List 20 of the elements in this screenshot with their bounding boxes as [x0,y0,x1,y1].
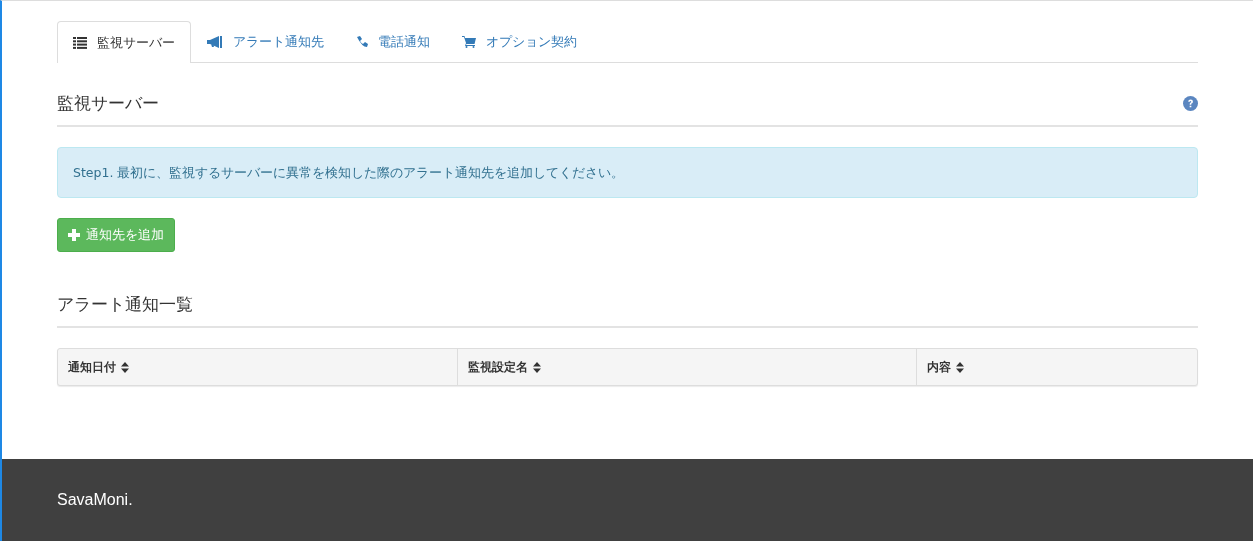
list-icon [73,36,87,49]
column-header[interactable]: 監視設定名 [457,349,916,385]
tab[interactable]: 監視サーバー [57,21,191,63]
sort-icon [533,361,541,373]
sort-icon [121,361,129,373]
cart-icon [462,36,476,48]
brand-logo: SavaMoni. [57,491,133,509]
megaphone-icon [207,36,223,48]
phone-icon [356,36,368,48]
tab[interactable]: アラート通知先 [191,21,340,62]
help-icon[interactable] [1183,95,1198,111]
sort-icon [956,361,964,373]
tab[interactable]: 電話通知 [340,21,446,62]
column-header[interactable]: 内容 [916,349,1197,385]
section-title: 監視サーバー [57,92,159,115]
column-header[interactable]: 通知日付 [58,349,457,385]
tab[interactable]: オプション契約 [446,21,593,62]
section-title: アラート通知一覧 [57,293,193,316]
plus-icon [68,229,80,241]
info-alert: Step1. 最初に、監視するサーバーに異常を検知した際のアラート通知先を追加してください。 [57,147,1198,198]
